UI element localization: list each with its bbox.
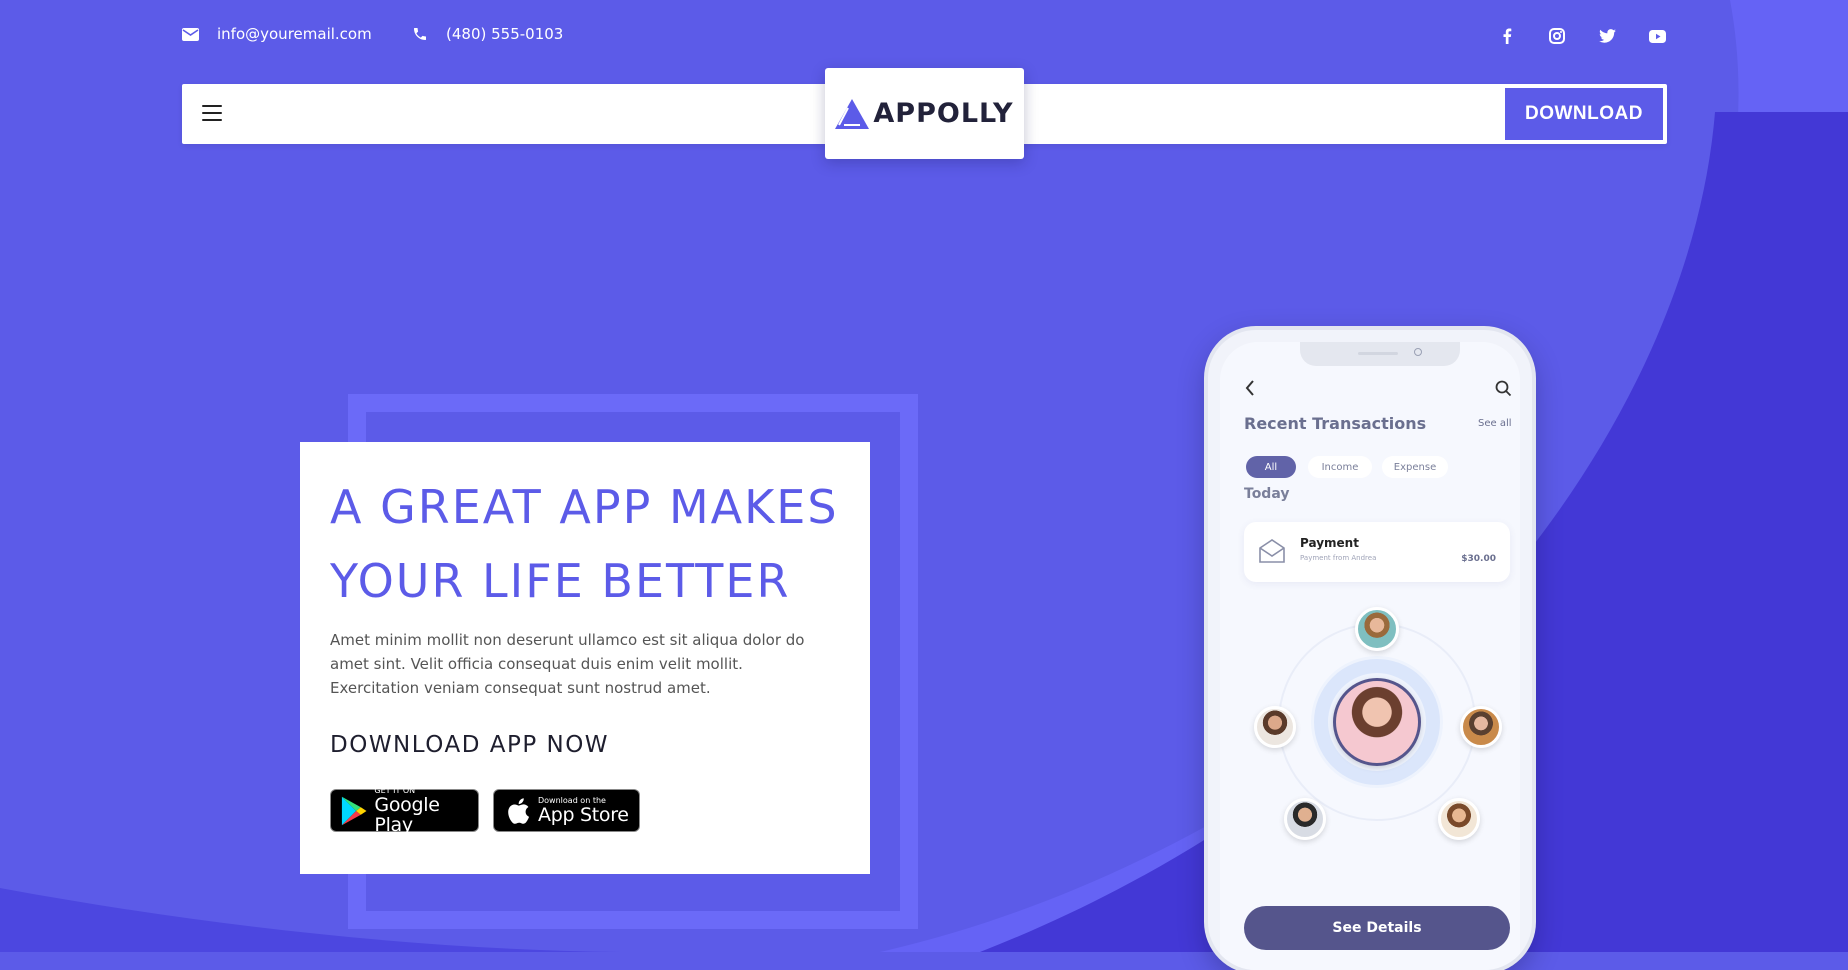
instagram-icon[interactable] xyxy=(1547,26,1567,46)
youtube-icon[interactable] xyxy=(1647,26,1667,46)
logo[interactable]: APPOLLY xyxy=(825,68,1024,159)
phone-screen: Recent Transactions See all All Income E… xyxy=(1220,342,1520,970)
transaction-subtitle: Payment from Andrea xyxy=(1300,554,1377,562)
recent-transactions-title: Recent Transactions xyxy=(1244,414,1427,433)
hero-card: A GREAT APP MAKES YOUR LIFE BETTER Amet … xyxy=(300,442,870,874)
hero-headline: A GREAT APP MAKES YOUR LIFE BETTER xyxy=(330,480,839,608)
transaction-amount: $30.00 xyxy=(1461,554,1496,564)
hero-description: Amet minim mollit non deserunt ullamco e… xyxy=(330,631,805,697)
phone-text: (480) 555-0103 xyxy=(446,25,564,43)
filter-expense[interactable]: Expense xyxy=(1382,456,1448,478)
social-links xyxy=(1497,26,1667,46)
google-play-icon xyxy=(341,796,367,825)
transaction-card[interactable]: Payment Payment from Andrea $30.00 xyxy=(1244,522,1510,582)
avatar-top[interactable] xyxy=(1355,607,1399,651)
download-app-heading: DOWNLOAD APP NOW xyxy=(330,732,610,758)
apple-icon xyxy=(508,797,530,824)
hamburger-menu-icon[interactable] xyxy=(202,105,222,121)
avatar-bottom-right[interactable] xyxy=(1438,798,1480,840)
mail-icon xyxy=(182,27,199,41)
see-all-link[interactable]: See all xyxy=(1478,418,1512,429)
logo-triangle-icon xyxy=(835,98,870,129)
app-store-button[interactable]: Download on the App Store xyxy=(493,789,640,832)
see-details-button[interactable]: See Details xyxy=(1244,906,1510,950)
section-today: Today xyxy=(1244,486,1290,502)
search-icon[interactable] xyxy=(1495,380,1512,397)
filter-all[interactable]: All xyxy=(1246,456,1296,478)
transaction-title: Payment xyxy=(1300,536,1359,550)
twitter-icon[interactable] xyxy=(1597,26,1617,46)
facebook-icon[interactable] xyxy=(1497,26,1517,46)
avatar-main[interactable] xyxy=(1333,678,1421,766)
download-button[interactable]: DOWNLOAD xyxy=(1505,88,1663,140)
logo-text: APPOLLY xyxy=(873,98,1014,129)
email-text: info@youremail.com xyxy=(217,25,372,43)
app-store-big-text: App Store xyxy=(538,804,629,826)
email-contact[interactable]: info@youremail.com xyxy=(182,25,372,43)
avatar-bottom-left[interactable] xyxy=(1284,798,1326,840)
envelope-icon xyxy=(1259,539,1285,563)
avatar-left[interactable] xyxy=(1254,706,1296,748)
phone-mockup: Recent Transactions See all All Income E… xyxy=(1208,330,1532,970)
google-play-button[interactable]: GET IT ON Google Play xyxy=(330,786,479,836)
phone-notch xyxy=(1300,342,1460,366)
phone-icon xyxy=(414,28,426,40)
filter-income[interactable]: Income xyxy=(1308,456,1372,478)
google-play-big-text: Google Play xyxy=(374,794,440,836)
avatar-right[interactable] xyxy=(1460,706,1502,748)
back-arrow-icon[interactable] xyxy=(1244,380,1256,396)
phone-contact[interactable]: (480) 555-0103 xyxy=(412,25,563,43)
